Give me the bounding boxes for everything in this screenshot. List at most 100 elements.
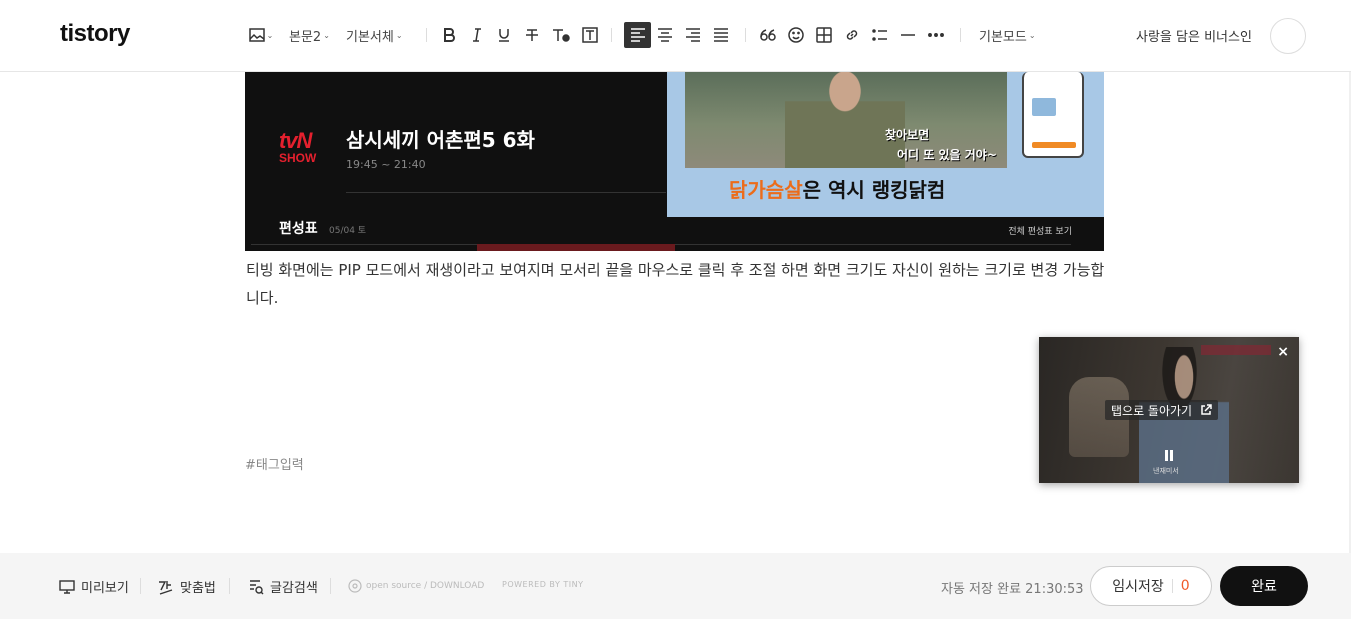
chevron-down-icon: ⌄ bbox=[323, 30, 330, 40]
editor-mode-label: 기본모드 bbox=[979, 29, 1027, 45]
align-left-button[interactable] bbox=[624, 22, 651, 48]
footer-divider bbox=[140, 578, 141, 594]
editor-mode-select[interactable]: 기본모드 ⌄ bbox=[979, 22, 1036, 48]
align-justify-button[interactable] bbox=[711, 22, 731, 48]
ad-slogan-highlight: 닭가슴살 bbox=[729, 178, 803, 202]
toolbar-divider bbox=[745, 28, 746, 42]
footer-divider bbox=[229, 578, 230, 594]
italic-button[interactable] bbox=[468, 22, 486, 48]
divider bbox=[346, 192, 666, 193]
material-search-button[interactable]: 글감검색 bbox=[248, 577, 318, 596]
monitor-icon bbox=[59, 579, 75, 594]
chevron-down-icon: ⌄ bbox=[395, 30, 403, 40]
insert-image-button[interactable]: ⌄ bbox=[248, 22, 274, 48]
powered-by-tiny[interactable]: POWERED BY TINY bbox=[502, 580, 584, 589]
ad-caption: 어디 또 있을 거야~ bbox=[897, 148, 997, 162]
paragraph-style-select[interactable]: 본문2 ⌄ bbox=[289, 22, 330, 48]
material-search-label: 글감검색 bbox=[270, 581, 318, 596]
draft-divider bbox=[1171, 579, 1173, 593]
horizontal-line-icon bbox=[901, 34, 915, 36]
ad-photo: 찾아보면 어디 또 있을 거야~ bbox=[685, 72, 1007, 168]
save-draft-button[interactable]: 임시저장 0 bbox=[1090, 566, 1212, 606]
ad-banner: 찾아보면 어디 또 있을 거야~ 닭가슴살은 역시 랭킹닭컴 bbox=[667, 72, 1104, 217]
opensource-icon bbox=[348, 579, 362, 593]
divider-line-button[interactable] bbox=[898, 22, 918, 48]
preview-label: 미리보기 bbox=[81, 581, 129, 596]
bold-button[interactable] bbox=[440, 22, 458, 48]
editor-footer: 미리보기 맞춤법 글감검색 open source / DOWNLOAD POW… bbox=[0, 553, 1351, 619]
preview-button[interactable]: 미리보기 bbox=[59, 577, 129, 596]
align-left-icon bbox=[630, 28, 645, 42]
pause-icon[interactable] bbox=[1163, 450, 1175, 462]
ad-phone-mockup bbox=[1022, 72, 1084, 158]
ad-phone-button bbox=[1032, 142, 1076, 148]
text-color-button[interactable] bbox=[551, 22, 571, 48]
back-to-tab-button[interactable]: 탭으로 돌아가기 bbox=[1105, 400, 1219, 420]
toolbar-divider bbox=[960, 28, 961, 42]
strikethrough-button[interactable] bbox=[523, 22, 541, 48]
ad-phone-product bbox=[1032, 98, 1056, 116]
font-family-label: 기본서체 bbox=[346, 29, 394, 45]
back-to-tab-label: 탭으로 돌아가기 bbox=[1111, 403, 1193, 418]
pip-video-player[interactable]: × 탭으로 돌아가기 낸재미서 bbox=[1039, 337, 1299, 483]
link-button[interactable] bbox=[842, 22, 862, 48]
program-title: 삼시세끼 어촌편5 6화 bbox=[346, 128, 535, 152]
tvn-show-logo: tvN SHOW bbox=[279, 130, 317, 165]
underline-icon bbox=[499, 29, 509, 42]
table-icon bbox=[816, 27, 832, 43]
chevron-down-icon: ⌄ bbox=[266, 30, 274, 40]
document-search-icon bbox=[250, 579, 264, 594]
bullet-list-icon bbox=[872, 29, 887, 41]
close-icon[interactable]: × bbox=[1277, 345, 1289, 359]
schedule-label: 편성표 bbox=[279, 221, 318, 237]
ad-caption: 찾아보면 bbox=[885, 128, 930, 142]
emoji-icon bbox=[788, 27, 804, 43]
spellcheck-button[interactable]: 맞춤법 bbox=[158, 577, 216, 596]
emoticon-button[interactable] bbox=[786, 22, 806, 48]
toolbar-divider bbox=[611, 28, 612, 42]
user-name[interactable]: 사랑을 담은 비너스인 bbox=[1136, 26, 1252, 45]
footer-divider bbox=[330, 578, 331, 594]
ad-slogan: 닭가슴살은 역시 랭킹닭컴 bbox=[729, 174, 945, 203]
quote-button[interactable] bbox=[758, 22, 778, 48]
embedded-screenshot-image[interactable]: tvN SHOW 삼시세끼 어촌편5 6화 19:45 ~ 21:40 편성표 … bbox=[245, 72, 1104, 251]
paragraph-style-label: 본문2 bbox=[289, 29, 322, 45]
channel-logo-line2: SHOW bbox=[279, 151, 317, 165]
tistory-logo[interactable]: tistory bbox=[60, 20, 130, 48]
external-link-icon bbox=[1201, 404, 1212, 415]
more-button[interactable] bbox=[926, 22, 946, 48]
pause-bar bbox=[1165, 450, 1168, 461]
ad-slogan-rest: 은 역시 랭킹닭컴 bbox=[802, 178, 946, 202]
opensource-link[interactable]: open source / DOWNLOAD bbox=[348, 579, 484, 593]
toolbar-divider bbox=[426, 28, 427, 42]
chevron-down-icon: ⌄ bbox=[1028, 30, 1036, 40]
align-right-icon bbox=[686, 28, 700, 42]
schedule-thumbnail bbox=[477, 244, 675, 251]
publish-done-button[interactable]: 완료 bbox=[1220, 566, 1308, 606]
align-right-button[interactable] bbox=[683, 22, 703, 48]
link-icon bbox=[846, 30, 858, 40]
ad-person-figure bbox=[785, 72, 905, 168]
underline-button[interactable] bbox=[495, 22, 513, 48]
pip-video-frame-sign bbox=[1201, 345, 1271, 355]
draft-count-badge[interactable]: 0 bbox=[1181, 578, 1190, 594]
strikethrough-icon bbox=[526, 29, 538, 41]
font-family-select[interactable]: 기본서체 ⌄ bbox=[346, 22, 403, 48]
tag-input[interactable]: #태그입력 bbox=[245, 454, 304, 473]
post-paragraph[interactable]: 티빙 화면에는 PIP 모드에서 재생이라고 보여지며 모서리 끝을 마우스로 … bbox=[246, 256, 1106, 312]
align-center-button[interactable] bbox=[655, 22, 675, 48]
pause-bar bbox=[1170, 450, 1173, 461]
spellcheck-icon bbox=[159, 580, 173, 595]
opensource-label: open source / DOWNLOAD bbox=[366, 581, 485, 591]
text-background-button[interactable] bbox=[580, 22, 600, 48]
text-color-icon bbox=[553, 29, 570, 42]
list-button[interactable] bbox=[870, 22, 890, 48]
avatar[interactable] bbox=[1270, 18, 1306, 54]
italic-icon bbox=[473, 28, 481, 42]
schedule-all-link: 전체 편성표 보기 bbox=[1008, 227, 1072, 237]
autosave-status: 자동 저장 완료 21:30:53 bbox=[941, 582, 1084, 597]
text-background-icon bbox=[582, 27, 598, 43]
table-button[interactable] bbox=[814, 22, 834, 48]
align-justify-icon bbox=[714, 28, 728, 42]
save-draft-label: 임시저장 bbox=[1112, 579, 1164, 595]
